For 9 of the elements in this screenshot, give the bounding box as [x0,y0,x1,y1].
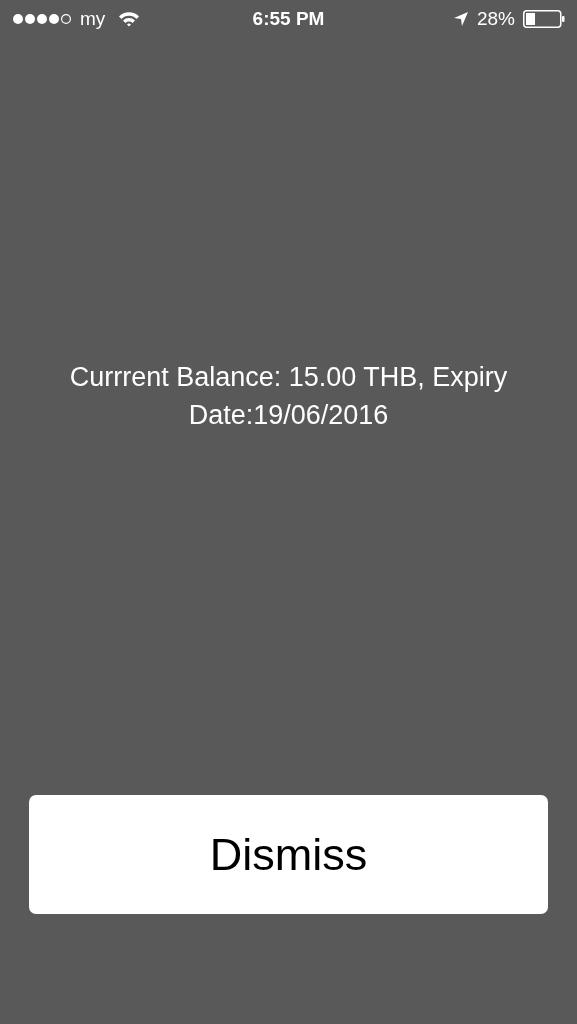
battery-percent: 28% [476,6,515,31]
signal-icon [12,13,73,25]
carrier-name: my [80,6,106,31]
status-time: 6:55 PM [252,6,325,31]
wifi-icon [118,11,141,27]
battery-icon [523,10,565,28]
balance-message: Currrent Balance: 15.00 THB, Expiry Date:19/06/2016 [68,361,509,432]
location-arrow-icon [452,11,469,27]
dismiss-button[interactable]: Dismiss [29,795,548,914]
